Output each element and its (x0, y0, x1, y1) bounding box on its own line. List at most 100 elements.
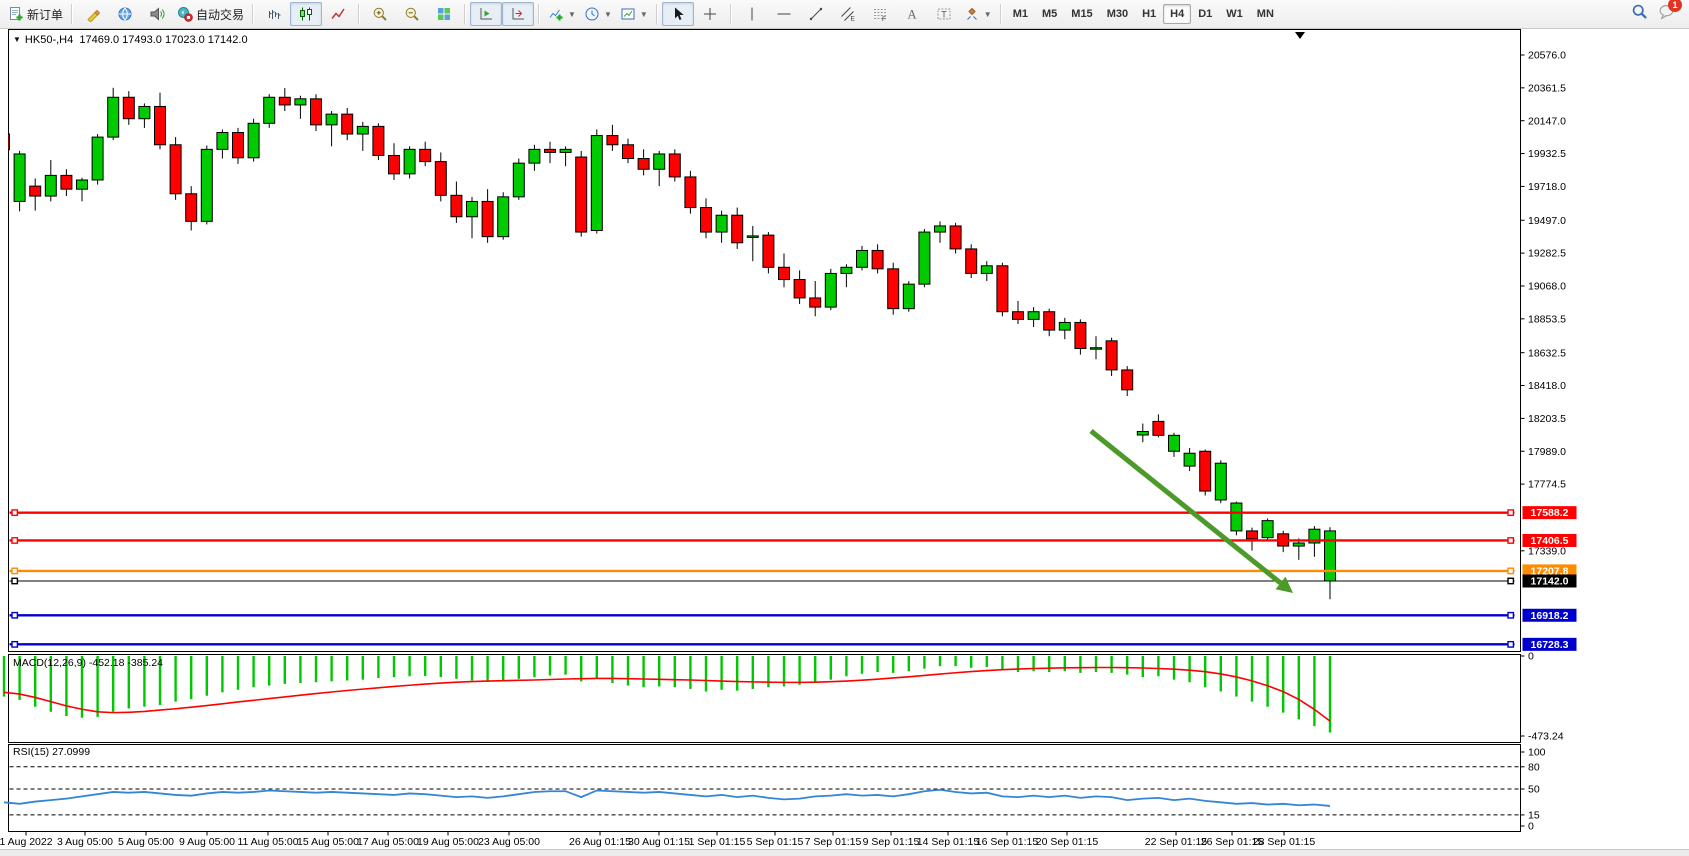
toolbar-separator (252, 4, 254, 24)
svg-text:80: 80 (1528, 761, 1540, 773)
svg-text:5 Aug 05:00: 5 Aug 05:00 (118, 836, 174, 848)
notifications-button[interactable]: 1 (1658, 3, 1675, 25)
svg-text:17774.5: 17774.5 (1528, 479, 1566, 491)
text-button[interactable]: A (896, 2, 928, 26)
svg-text:1 Aug 2022: 1 Aug 2022 (0, 836, 53, 848)
candlestick-icon (298, 6, 314, 22)
timeframe-h1-button[interactable]: H1 (1135, 4, 1163, 24)
collapse-triangle-icon[interactable]: ▼ (13, 35, 21, 44)
rsi-indicator-label: RSI(15) 27.0999 (13, 746, 90, 758)
trendline-icon (808, 6, 824, 22)
horizontal-line-button[interactable] (768, 2, 800, 26)
svg-text:1 Sep 01:15: 1 Sep 01:15 (689, 836, 746, 848)
chevron-down-icon[interactable]: ▼ (568, 10, 576, 19)
zoom-out-button[interactable] (396, 2, 428, 26)
macd-indicator-label: MACD(12,26,9) -452.18 -385.24 (13, 657, 163, 669)
svg-text:50: 50 (1528, 784, 1540, 796)
new-order-label: 新订单 (27, 6, 63, 23)
timeframe-mn-button[interactable]: MN (1250, 4, 1281, 24)
trendline-button[interactable] (800, 2, 832, 26)
crosshair-button[interactable] (694, 2, 726, 26)
toolbar-separator (538, 4, 540, 24)
arrows-button[interactable]: ▼ (960, 2, 996, 26)
svg-text:19932.5: 19932.5 (1528, 148, 1566, 160)
svg-text:19718.0: 19718.0 (1528, 181, 1566, 193)
new-order-button[interactable]: 新订单 (4, 2, 67, 26)
svg-text:16 Sep 01:15: 16 Sep 01:15 (976, 836, 1039, 848)
svg-text:7 Sep 01:15: 7 Sep 01:15 (805, 836, 862, 848)
toolbar: 新订单 自动交易 ▼ ▼ ▼ E F A T ▼ M1M5M15M30H1H4D1W1MN 1 (0, 0, 1689, 29)
chart-canvas[interactable]: 20576.020361.520147.019932.519718.019497… (0, 29, 1689, 856)
templates-button[interactable]: ▼ (616, 2, 652, 26)
chevron-down-icon[interactable]: ▼ (984, 10, 992, 19)
crosshair-icon (702, 6, 718, 22)
svg-text:20 Sep 01:15: 20 Sep 01:15 (1036, 836, 1099, 848)
auto-trading-label: 自动交易 (196, 6, 244, 23)
svg-text:19497.0: 19497.0 (1528, 215, 1566, 227)
chevron-down-icon[interactable]: ▼ (604, 10, 612, 19)
periods-button[interactable]: ▼ (580, 2, 616, 26)
timeframe-d1-button[interactable]: D1 (1191, 4, 1219, 24)
svg-text:20361.5: 20361.5 (1528, 82, 1566, 94)
vertical-line-button[interactable] (736, 2, 768, 26)
toolbar-separator (71, 4, 73, 24)
bar-chart-button[interactable] (258, 2, 290, 26)
main-price-panel (9, 30, 1521, 652)
sound-button[interactable] (141, 2, 173, 26)
timeframe-m5-button[interactable]: M5 (1035, 4, 1064, 24)
timeframe-m1-button[interactable]: M1 (1006, 4, 1035, 24)
bar-chart-icon (266, 6, 282, 22)
auto-scroll-button[interactable] (470, 2, 502, 26)
text-label-button[interactable]: T (928, 2, 960, 26)
search-icon (1631, 3, 1648, 20)
line-chart-icon (330, 6, 346, 22)
svg-text:28 Sep 01:15: 28 Sep 01:15 (1253, 836, 1316, 848)
svg-text:16918.2: 16918.2 (1531, 610, 1569, 622)
svg-text:A: A (907, 8, 916, 22)
toolbar-separator (358, 4, 360, 24)
candlestick-chart-button[interactable] (290, 2, 322, 26)
svg-text:19282.5: 19282.5 (1528, 248, 1566, 260)
indicators-button[interactable]: ▼ (544, 2, 580, 26)
svg-text:5 Sep 01:15: 5 Sep 01:15 (747, 836, 804, 848)
timeframe-h4-button[interactable]: H4 (1163, 4, 1191, 24)
fibonacci-button[interactable]: F (864, 2, 896, 26)
svg-text:17142.0: 17142.0 (1531, 576, 1569, 588)
timeframe-w1-button[interactable]: W1 (1219, 4, 1250, 24)
chart-shift-button[interactable] (502, 2, 534, 26)
line-chart-button[interactable] (322, 2, 354, 26)
svg-text:F: F (882, 16, 886, 22)
equidistant-channel-button[interactable]: E (832, 2, 864, 26)
status-bar (0, 849, 1689, 856)
svg-text:100: 100 (1528, 747, 1546, 759)
svg-text:T: T (941, 9, 947, 19)
search-button[interactable] (1631, 3, 1648, 25)
zoom-in-button[interactable] (364, 2, 396, 26)
fibo-icon: F (872, 6, 888, 22)
svg-text:16728.3: 16728.3 (1531, 639, 1569, 651)
timeframe-m30-button[interactable]: M30 (1100, 4, 1135, 24)
auto-scroll-icon (478, 6, 494, 22)
svg-text:18632.5: 18632.5 (1528, 347, 1566, 359)
chevron-down-icon[interactable]: ▼ (640, 10, 648, 19)
shapes-icon (964, 6, 980, 22)
chart-shift-icon (510, 6, 526, 22)
cursor-icon (670, 6, 686, 22)
publisher-button[interactable] (109, 2, 141, 26)
svg-text:22 Sep 01:15: 22 Sep 01:15 (1145, 836, 1208, 848)
timeframe-m15-button[interactable]: M15 (1064, 4, 1099, 24)
tile-windows-button[interactable] (428, 2, 460, 26)
auto-trading-button[interactable]: 自动交易 (173, 2, 248, 26)
symbol-label: HK50-,H4 (25, 34, 73, 46)
toolbar-separator (730, 4, 732, 24)
svg-text:20147.0: 20147.0 (1528, 115, 1566, 127)
channel-icon: E (840, 6, 856, 22)
label-icon: T (936, 6, 952, 22)
rsi-panel (9, 745, 1521, 832)
hline-icon (776, 6, 792, 22)
svg-text:17588.2: 17588.2 (1531, 507, 1569, 519)
zoom-in-icon (372, 6, 388, 22)
crayon-button[interactable] (77, 2, 109, 26)
zoom-out-icon (404, 6, 420, 22)
cursor-button[interactable] (662, 2, 694, 26)
